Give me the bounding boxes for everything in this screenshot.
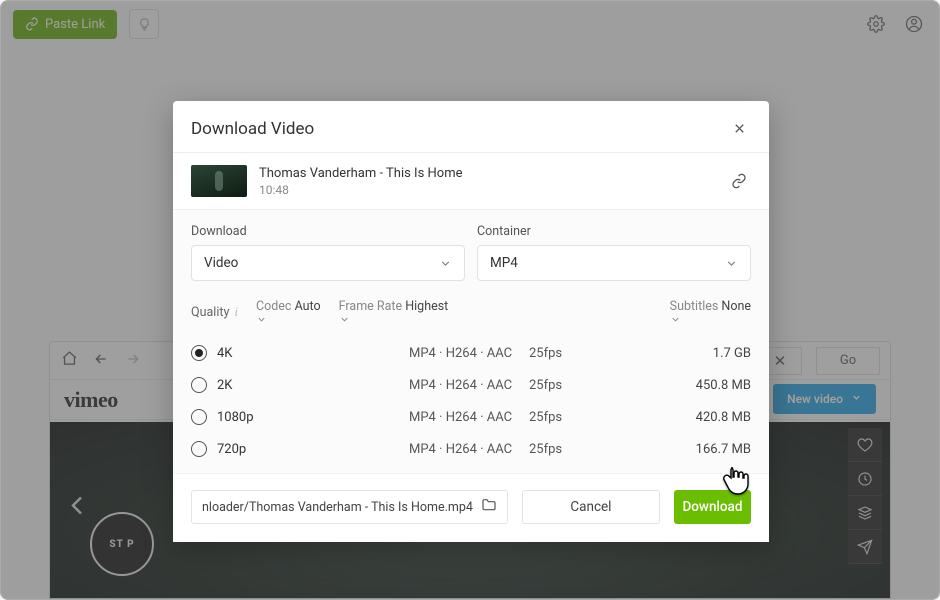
radio-icon xyxy=(191,345,207,361)
quality-codec: MP4 · H264 · AAC xyxy=(409,346,529,361)
container-label: Container xyxy=(477,224,751,239)
app-window: Paste Link xyxy=(0,0,940,600)
cancel-button[interactable]: Cancel xyxy=(522,490,660,524)
quality-fps: 25fps xyxy=(529,410,639,425)
quality-size: 450.8 MB xyxy=(639,378,751,393)
codec-filter-label: Codec xyxy=(256,299,292,314)
download-video-dialog: Download Video Thomas Vanderham - This I… xyxy=(173,101,769,542)
quality-fps: 25fps xyxy=(529,378,639,393)
codec-filter-value: Auto xyxy=(295,299,321,314)
radio-icon xyxy=(191,409,207,425)
dialog-footer: nloader/Thomas Vanderham - This Is Home.… xyxy=(173,473,769,542)
download-type-select[interactable]: Video xyxy=(191,245,465,281)
chevron-down-icon xyxy=(256,314,321,325)
video-thumbnail xyxy=(191,165,247,197)
download-button[interactable]: Download xyxy=(674,490,751,524)
framerate-filter-value: Highest xyxy=(405,299,448,314)
subtitles-filter[interactable]: Subtitles None xyxy=(670,299,751,325)
subtitles-filter-label: Subtitles xyxy=(670,299,719,314)
radio-icon xyxy=(191,377,207,393)
video-meta: Thomas Vanderham - This Is Home 10:48 xyxy=(259,166,463,197)
video-duration: 10:48 xyxy=(259,183,463,197)
quality-size: 420.8 MB xyxy=(639,410,751,425)
download-type-label: Download xyxy=(191,224,465,239)
quality-option[interactable]: 4KMP4 · H264 · AAC25fps1.7 GB xyxy=(191,337,751,369)
save-path-field[interactable]: nloader/Thomas Vanderham - This Is Home.… xyxy=(191,490,508,524)
quality-filter-label: Quality xyxy=(191,305,229,320)
quality-fps: 25fps xyxy=(529,346,639,361)
quality-codec: MP4 · H264 · AAC xyxy=(409,442,529,457)
quality-name: 2K xyxy=(217,378,409,393)
quality-option[interactable]: 720pMP4 · H264 · AAC25fps166.7 MB xyxy=(191,433,751,465)
container-select[interactable]: MP4 xyxy=(477,245,751,281)
close-icon xyxy=(732,121,747,136)
save-path-value: nloader/Thomas Vanderham - This Is Home.… xyxy=(202,500,473,515)
filters-row: Quality i Codec Auto Frame Rate Highest … xyxy=(173,281,769,333)
video-info-row: Thomas Vanderham - This Is Home 10:48 xyxy=(173,153,769,209)
quality-size: 166.7 MB xyxy=(639,442,751,457)
chevron-down-icon xyxy=(670,314,751,325)
download-label: Download xyxy=(682,499,742,515)
framerate-filter[interactable]: Frame Rate Highest xyxy=(339,299,449,325)
video-title: Thomas Vanderham - This Is Home xyxy=(259,166,463,181)
info-icon[interactable]: i xyxy=(234,305,237,319)
open-source-link-button[interactable] xyxy=(727,169,751,193)
quality-name: 4K xyxy=(217,346,409,361)
codec-filter[interactable]: Codec Auto xyxy=(256,299,321,325)
radio-icon xyxy=(191,441,207,457)
quality-codec: MP4 · H264 · AAC xyxy=(409,410,529,425)
quality-fps: 25fps xyxy=(529,442,639,457)
dialog-title: Download Video xyxy=(191,119,314,139)
chevron-down-icon xyxy=(439,257,452,270)
quality-name: 1080p xyxy=(217,410,409,425)
quality-option[interactable]: 1080pMP4 · H264 · AAC25fps420.8 MB xyxy=(191,401,751,433)
quality-codec: MP4 · H264 · AAC xyxy=(409,378,529,393)
quality-name: 720p xyxy=(217,442,409,457)
quality-size: 1.7 GB xyxy=(639,346,751,361)
quality-list: 4KMP4 · H264 · AAC25fps1.7 GB2KMP4 · H26… xyxy=(173,333,769,473)
subtitles-filter-value: None xyxy=(721,299,751,314)
container-value: MP4 xyxy=(490,255,518,271)
framerate-filter-label: Frame Rate xyxy=(339,299,402,314)
dialog-header: Download Video xyxy=(173,101,769,152)
dialog-close-button[interactable] xyxy=(728,117,751,140)
download-type-value: Video xyxy=(204,255,238,271)
chevron-down-icon xyxy=(725,257,738,270)
link-icon xyxy=(731,173,747,189)
folder-icon[interactable] xyxy=(481,497,497,517)
chevron-down-icon xyxy=(339,314,449,325)
cancel-label: Cancel xyxy=(570,499,611,515)
quality-option[interactable]: 2KMP4 · H264 · AAC25fps450.8 MB xyxy=(191,369,751,401)
